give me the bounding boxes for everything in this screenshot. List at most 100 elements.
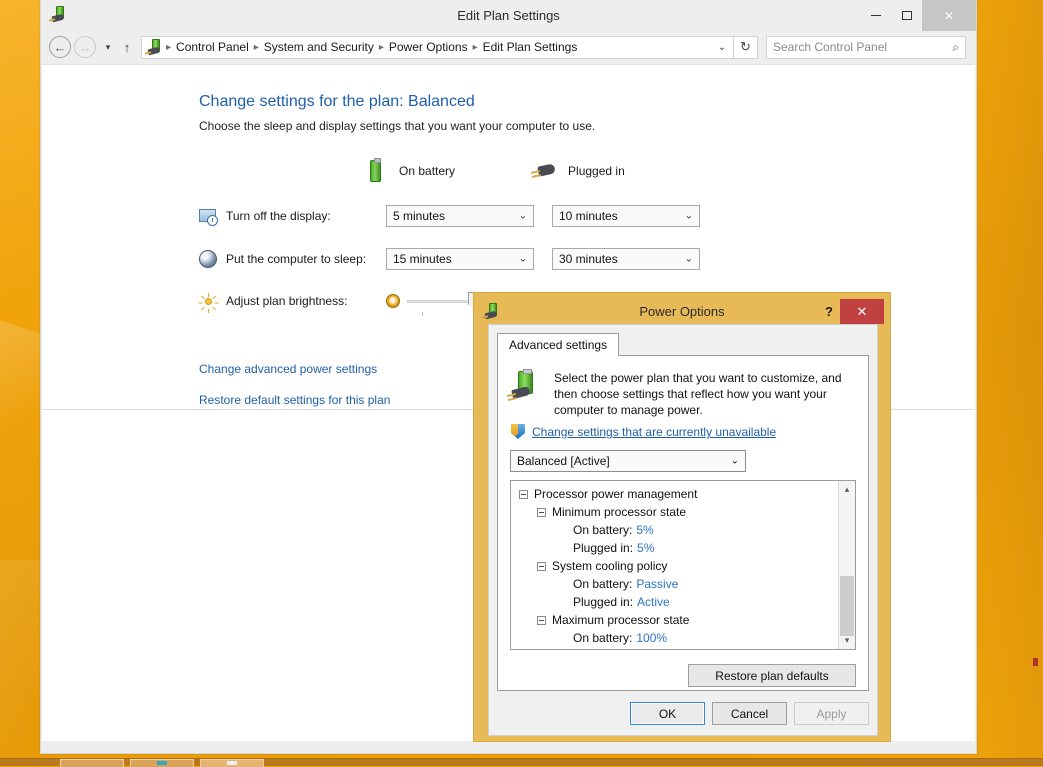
tree-node[interactable]: On battery: Passive — [511, 575, 838, 593]
tree-node-value[interactable]: 5% — [636, 523, 653, 537]
chevron-down-icon[interactable]: ⌄ — [713, 42, 731, 53]
scroll-down-icon[interactable]: ▾ — [839, 632, 855, 649]
address-bar[interactable]: ▸ Control Panel ▸ System and Security ▸ … — [141, 35, 734, 59]
maximize-button[interactable] — [891, 0, 922, 31]
tree-node-value[interactable]: 100% — [637, 649, 668, 650]
restore-plan-defaults-button[interactable]: Restore plan defaults — [688, 664, 856, 687]
tree-node[interactable]: Minimum processor state — [511, 503, 838, 521]
plan-select-value: Balanced [Active] — [517, 454, 610, 468]
settings-tree[interactable]: Processor power management Minimum proce… — [510, 480, 856, 650]
breadcrumb-power-options[interactable]: Power Options — [385, 37, 472, 58]
recent-locations-icon[interactable]: ▾ — [99, 42, 117, 53]
refresh-icon[interactable]: ↻ — [734, 35, 758, 59]
plan-select[interactable]: Balanced [Active] ⌄ — [510, 450, 746, 472]
row-put-computer-to-sleep: Put the computer to sleep: 15 minutes ⌄ … — [42, 248, 975, 270]
tree-node[interactable]: Plugged in: 5% — [511, 539, 838, 557]
taskbar[interactable] — [0, 758, 1043, 767]
combo-value: 15 minutes — [393, 252, 452, 266]
advanced-settings-panel: Select the power plan that you want to c… — [497, 356, 869, 691]
tree-node-label: Plugged in: — [573, 541, 634, 555]
tree-node-label: System cooling policy — [552, 559, 668, 573]
ok-button[interactable]: OK — [630, 702, 705, 725]
tree-node-label: Maximum processor state — [552, 613, 690, 627]
power-options-icon — [144, 39, 163, 56]
tree-node-label: On battery: — [573, 631, 633, 645]
power-plug-icon — [530, 160, 557, 182]
tree-node-value[interactable]: 100% — [636, 631, 667, 645]
tree-node-value[interactable]: 5% — [637, 541, 654, 555]
breadcrumb-system-and-security[interactable]: System and Security — [260, 37, 378, 58]
row-label-brightness: Adjust plan brightness: — [226, 294, 348, 308]
search-icon: ⌕ — [952, 39, 959, 54]
wallpaper-shading — [968, 0, 1043, 766]
power-options-icon — [48, 5, 71, 26]
collapse-icon[interactable] — [537, 615, 546, 625]
display-clock-icon — [199, 207, 218, 226]
dialog-title-bar[interactable]: Power Options ? ✕ — [480, 299, 884, 324]
search-input[interactable]: Search Control Panel ⌕ — [766, 35, 966, 59]
close-button[interactable]: ✕ — [922, 0, 976, 31]
cancel-button[interactable]: Cancel — [712, 702, 787, 725]
forward-button[interactable]: → — [74, 36, 96, 58]
tree-node[interactable]: Plugged in: Active — [511, 593, 838, 611]
collapse-icon[interactable] — [537, 507, 546, 517]
breadcrumb-control-panel[interactable]: Control Panel — [172, 37, 253, 58]
tree-node-value[interactable]: Active — [637, 595, 670, 609]
tree-node[interactable]: On battery: 100% — [511, 629, 838, 647]
chevron-down-icon: ⌄ — [518, 253, 527, 265]
mouse-cursor — [1033, 658, 1038, 666]
dialog-close-button[interactable]: ✕ — [840, 299, 884, 324]
breadcrumb-separator: ▸ — [472, 41, 478, 53]
tree-scrollbar[interactable]: ▴ ▾ — [838, 481, 855, 649]
dialog-info-block: Select the power plan that you want to c… — [498, 356, 868, 418]
scroll-up-icon[interactable]: ▴ — [839, 481, 855, 498]
help-button[interactable]: ? — [818, 304, 840, 319]
dialog-tab-strip[interactable]: Advanced settings — [497, 333, 869, 357]
window-title: Edit Plan Settings — [457, 8, 560, 23]
back-button[interactable]: ← — [49, 36, 71, 58]
tree-node-label: On battery: — [573, 577, 633, 591]
dialog-info-text: Select the power plan that you want to c… — [554, 371, 842, 417]
link-change-settings-unavailable[interactable]: Change settings that are currently unava… — [532, 425, 776, 439]
tree-node-label: On battery: — [573, 523, 633, 537]
combo-sleep-plugged-in[interactable]: 30 minutes ⌄ — [552, 248, 700, 270]
tree-node[interactable]: Maximum processor state — [511, 611, 838, 629]
settings-tree-scroll-area: Processor power management Minimum proce… — [511, 481, 838, 649]
navigation-bar[interactable]: ← → ▾ ↑ ▸ Control Panel ▸ System and Sec… — [41, 31, 976, 63]
battery-plug-icon — [506, 369, 546, 406]
elevation-link-row[interactable]: Change settings that are currently unava… — [498, 418, 868, 440]
row-label-sleep: Put the computer to sleep: — [226, 252, 367, 266]
breadcrumb-edit-plan-settings[interactable]: Edit Plan Settings — [479, 37, 582, 58]
window-controls[interactable]: ✕ — [860, 0, 976, 31]
power-source-headers: On battery Plugged in — [42, 133, 975, 183]
breadcrumb-separator: ▸ — [166, 41, 172, 53]
tree-node[interactable]: On battery: 5% — [511, 521, 838, 539]
battery-icon — [364, 158, 388, 183]
page-subtitle: Choose the sleep and display settings th… — [199, 119, 596, 133]
row-turn-off-display: Turn off the display: 5 minutes ⌄ 10 min… — [42, 205, 975, 227]
tab-advanced-settings[interactable]: Advanced settings — [497, 333, 620, 357]
combo-value: 5 minutes — [393, 209, 446, 223]
collapse-icon[interactable] — [519, 489, 528, 499]
collapse-icon[interactable] — [537, 561, 546, 571]
combo-value: 10 minutes — [559, 209, 618, 223]
combo-sleep-on-battery[interactable]: 15 minutes ⌄ — [386, 248, 534, 270]
minimize-button[interactable] — [860, 0, 891, 31]
tree-node-value[interactable]: Passive — [636, 577, 678, 591]
on-battery-label: On battery — [399, 164, 456, 178]
combo-value: 30 minutes — [559, 252, 618, 266]
brightness-low-icon — [386, 294, 400, 308]
up-button[interactable]: ↑ — [117, 40, 137, 55]
slider-tick — [422, 312, 424, 316]
tree-node[interactable]: Plugged in: 100% — [511, 647, 838, 650]
window-title-bar[interactable]: Edit Plan Settings ✕ — [41, 0, 976, 31]
tree-node-label: Processor power management — [534, 487, 698, 501]
combo-display-on-battery[interactable]: 5 minutes ⌄ — [386, 205, 534, 227]
scrollbar-thumb[interactable] — [840, 576, 854, 636]
apply-button: Apply — [794, 702, 869, 725]
power-options-dialog[interactable]: Power Options ? ✕ Advanced settings Sele… — [473, 292, 891, 742]
tree-node[interactable]: System cooling policy — [511, 557, 838, 575]
tree-node[interactable]: Processor power management — [511, 485, 838, 503]
breadcrumb-separator: ▸ — [253, 41, 259, 53]
combo-display-plugged-in[interactable]: 10 minutes ⌄ — [552, 205, 700, 227]
